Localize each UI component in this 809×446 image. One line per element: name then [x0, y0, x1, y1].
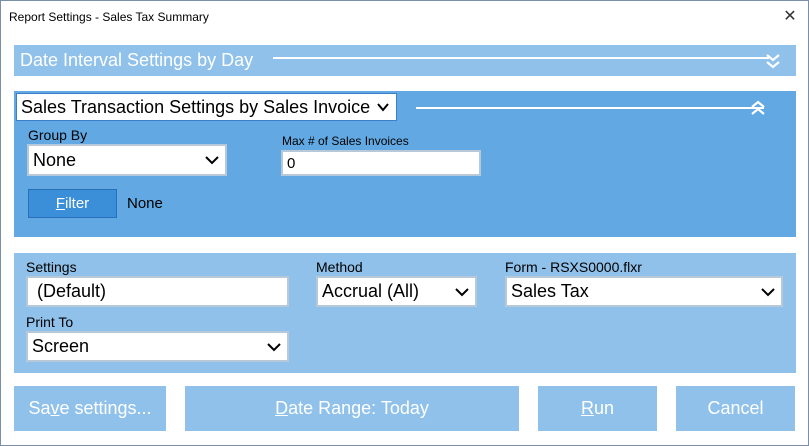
section-divider-line [416, 107, 764, 109]
sales-transaction-section: Sales Transaction Settings by Sales Invo… [14, 91, 796, 237]
sales-transaction-section-header[interactable]: Sales Transaction Settings by Sales Invo… [16, 93, 398, 121]
print-to-value: Screen [32, 336, 90, 356]
method-label: Method [316, 259, 363, 275]
save-settings-button[interactable]: Save settings... [14, 386, 166, 431]
chevron-down-icon [267, 342, 281, 351]
chevron-down-icon [761, 287, 775, 296]
max-invoices-value: 0 [287, 154, 296, 172]
print-to-dropdown[interactable]: Screen [26, 331, 289, 362]
max-invoices-field[interactable]: 0 [281, 150, 481, 176]
chevron-down-icon [455, 287, 469, 296]
report-settings-window: Report Settings - Sales Tax Summary ✕ Da… [0, 0, 809, 446]
sales-transaction-section-title: Sales Transaction Settings by Sales Invo… [21, 96, 371, 117]
date-interval-section[interactable]: Date Interval Settings by Day [14, 45, 796, 76]
date-interval-section-title: Date Interval Settings by Day [20, 50, 254, 70]
method-dropdown[interactable]: Accrual (All) [316, 276, 477, 307]
settings-value: (Default) [32, 281, 107, 301]
group-by-value: None [33, 149, 77, 170]
form-label: Form - RSXS0000.flxr [505, 259, 642, 275]
section-divider-line [273, 57, 769, 59]
chevron-down-icon [205, 156, 219, 165]
cancel-button[interactable]: Cancel [676, 386, 795, 431]
method-value: Accrual (All) [322, 281, 420, 301]
filter-button[interactable]: Filter [28, 189, 117, 218]
run-button[interactable]: Run [538, 386, 657, 431]
max-invoices-label: Max # of Sales Invoices [282, 134, 409, 148]
window-title: Report Settings - Sales Tax Summary [9, 10, 209, 24]
date-range-button[interactable]: Date Range: Today [185, 386, 519, 431]
settings-field[interactable]: (Default) [26, 276, 289, 307]
title-bar: Report Settings - Sales Tax Summary ✕ [1, 1, 808, 33]
close-icon[interactable]: ✕ [776, 5, 804, 29]
double-chevron-down-icon[interactable] [766, 51, 780, 71]
report-output-section: Settings (Default) Method Accrual (All) … [14, 253, 796, 373]
form-value: Sales Tax [511, 281, 589, 301]
settings-label: Settings [26, 259, 77, 275]
print-to-label: Print To [26, 314, 74, 330]
group-by-label: Group By [28, 127, 88, 143]
double-chevron-up-icon[interactable] [751, 99, 765, 117]
form-dropdown[interactable]: Sales Tax [505, 276, 783, 307]
group-by-dropdown[interactable]: None [27, 144, 227, 176]
filter-value: None [127, 195, 163, 212]
chevron-down-icon[interactable] [376, 100, 390, 114]
